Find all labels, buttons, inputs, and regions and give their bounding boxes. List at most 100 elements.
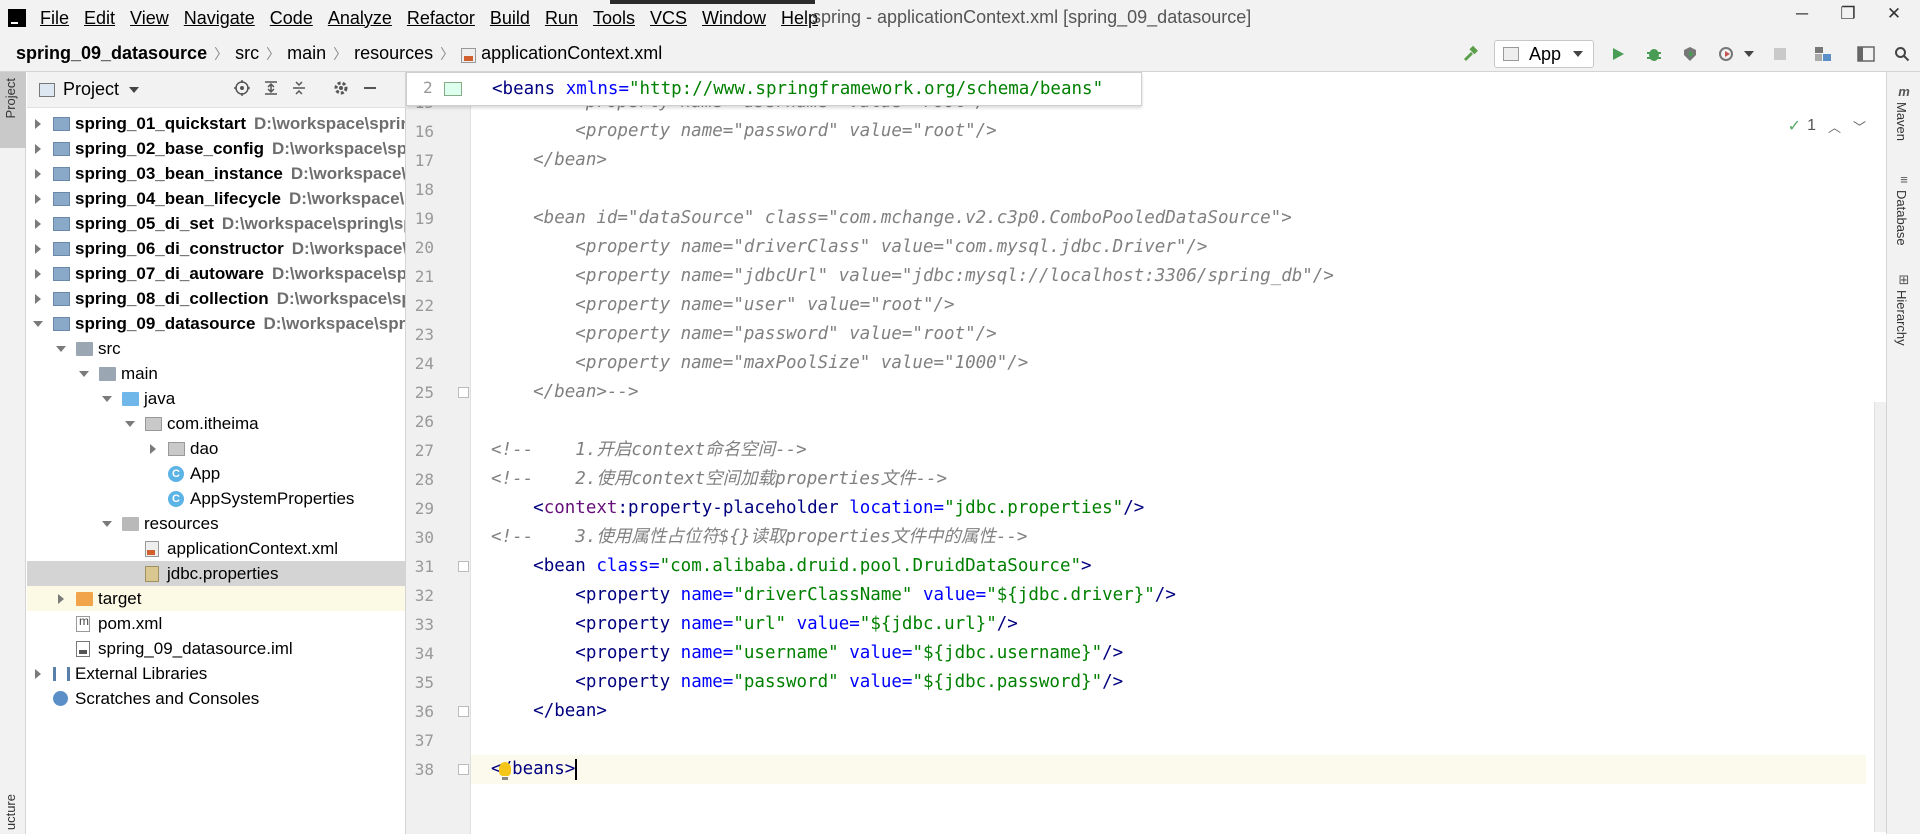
tree-item[interactable]: applicationContext.xml [27,536,405,561]
restore-button[interactable]: ❐ [1828,4,1868,30]
chevron-right-icon[interactable] [31,242,45,256]
tree-item[interactable]: spring_09_datasource.iml [27,636,405,661]
locate-file-icon[interactable] [232,80,252,100]
search-icon[interactable] [1889,41,1915,67]
tree-item[interactable]: com.itheima [27,411,405,436]
breadcrumb-project[interactable]: spring_09_datasource [16,43,207,64]
chevron-down-icon[interactable] [1744,51,1754,57]
tree-item[interactable]: spring_01_quickstart D:\workspace\sprin [27,111,405,136]
tree-item[interactable]: spring_08_di_collection D:\workspace\sp [27,286,405,311]
collapse-all-icon[interactable] [289,80,309,100]
database-tool-button[interactable]: Database [1894,190,1909,246]
tree-item-label: spring_01_quickstart D:\workspace\sprin [75,114,405,134]
tree-item[interactable]: main [27,361,405,386]
tree-item[interactable]: pom.xml [27,611,405,636]
tree-item[interactable]: target [27,586,405,611]
chevron-down-icon[interactable] [54,342,68,356]
run-configuration-select[interactable]: App [1493,40,1594,68]
project-structure-icon[interactable] [1810,41,1836,67]
chevron-right-icon[interactable] [31,217,45,231]
chevron-right-icon[interactable] [31,667,45,681]
sticky-breadcrumb-line[interactable]: 2 <beans xmlns="http://www.springframewo… [406,72,1142,106]
chevron-right-icon[interactable] [31,267,45,281]
hierarchy-tool-button[interactable]: Hierarchy [1894,290,1909,346]
chevron-down-icon[interactable] [123,417,137,431]
chevron-up-icon[interactable]: ︿ [1828,117,1841,136]
minimize-button[interactable]: ─ [1782,4,1822,30]
menu-build[interactable]: Build [490,8,530,29]
tree-item[interactable]: spring_05_di_set D:\workspace\spring\sp [27,211,405,236]
tree-item[interactable]: dao [27,436,405,461]
breadcrumb-main[interactable]: main [287,43,326,64]
tree-item[interactable]: spring_04_bean_lifecycle D:\workspace\s [27,186,405,211]
chevron-right-icon[interactable] [31,292,45,306]
code-editor[interactable]: 1516171819202122232425262728293031323334… [406,72,1886,834]
menu-analyze[interactable]: Analyze [328,8,392,29]
coverage-icon[interactable] [1677,41,1703,67]
structure-tool-button[interactable]: ucture [3,794,18,830]
tree-item[interactable]: spring_02_base_config D:\workspace\spri [27,136,405,161]
tree-item-label: main [121,364,158,384]
tree-item[interactable]: spring_03_bean_instance D:\workspace\s [27,161,405,186]
run-icon[interactable] [1605,41,1631,67]
menu-view[interactable]: View [130,8,169,29]
maven-tool-button[interactable]: Maven [1894,102,1909,141]
tree-item[interactable]: spring_09_datasource D:\workspace\sprin [27,311,405,336]
menu-window[interactable]: Window [702,8,766,29]
menu-run[interactable]: Run [545,8,578,29]
lightbulb-icon[interactable] [499,762,511,780]
close-button[interactable]: ✕ [1874,4,1914,30]
tree-item[interactable]: src [27,336,405,361]
menu-code[interactable]: Code [270,8,313,29]
debug-icon[interactable] [1641,41,1667,67]
line-number: 24 [414,354,434,373]
tree-item[interactable]: spring_06_di_constructor D:\workspace\s [27,236,405,261]
project-view-select[interactable]: Project [63,79,119,100]
tree-item[interactable]: Scratches and Consoles [27,686,405,711]
tree-item[interactable]: resources [27,511,405,536]
profile-icon[interactable] [1713,41,1739,67]
tree-item[interactable]: C AppSystemProperties [27,486,405,511]
chevron-right-icon[interactable] [54,592,68,606]
hide-panel-icon[interactable] [360,80,380,100]
code-token: class= [596,556,660,576]
menu-edit[interactable]: Edit [84,8,115,29]
chevron-down-icon[interactable] [129,86,140,93]
fold-marker-icon[interactable] [458,764,469,775]
menu-tools[interactable]: Tools [593,8,635,29]
chevron-right-icon[interactable] [31,192,45,206]
project-tool-button[interactable]: Project [0,72,26,148]
stop-icon[interactable] [1767,41,1793,67]
breadcrumb-src[interactable]: src [235,43,259,64]
inspection-widget[interactable]: ✓ 1 ︿ ﹀ [1788,116,1866,136]
fold-marker-icon[interactable] [458,706,469,717]
tree-item[interactable]: jdbc.properties [27,561,405,586]
chevron-down-icon[interactable]: ﹀ [1853,117,1866,136]
code-token: "driverClassName" [733,585,923,605]
chevron-down-icon[interactable] [100,517,114,531]
editor-scrollbar[interactable] [1874,402,1886,832]
chevron-down-icon[interactable] [31,317,45,331]
chevron-right-icon[interactable] [146,442,160,456]
tree-item[interactable]: External Libraries [27,661,405,686]
fold-marker-icon[interactable] [458,387,469,398]
menu-navigate[interactable]: Navigate [184,8,255,29]
breadcrumb-file[interactable]: applicationContext.xml [481,43,662,64]
gear-icon[interactable] [331,80,351,100]
menu-file[interactable]: File [40,8,69,29]
chevron-right-icon[interactable] [31,117,45,131]
fold-marker-icon[interactable] [458,561,469,572]
expand-all-icon[interactable] [261,80,281,100]
menu-refactor[interactable]: Refactor [407,8,475,29]
layout-icon[interactable] [1853,41,1879,67]
menu-vcs[interactable]: VCS [650,8,687,29]
chevron-right-icon[interactable] [31,167,45,181]
chevron-right-icon[interactable] [31,142,45,156]
tree-item[interactable]: C App [27,461,405,486]
tree-item[interactable]: spring_07_di_autoware D:\workspace\spr [27,261,405,286]
tree-item[interactable]: java [27,386,405,411]
chevron-down-icon[interactable] [100,392,114,406]
breadcrumb-resources[interactable]: resources [354,43,433,64]
hammer-icon[interactable] [1457,41,1483,67]
chevron-down-icon[interactable] [77,367,91,381]
